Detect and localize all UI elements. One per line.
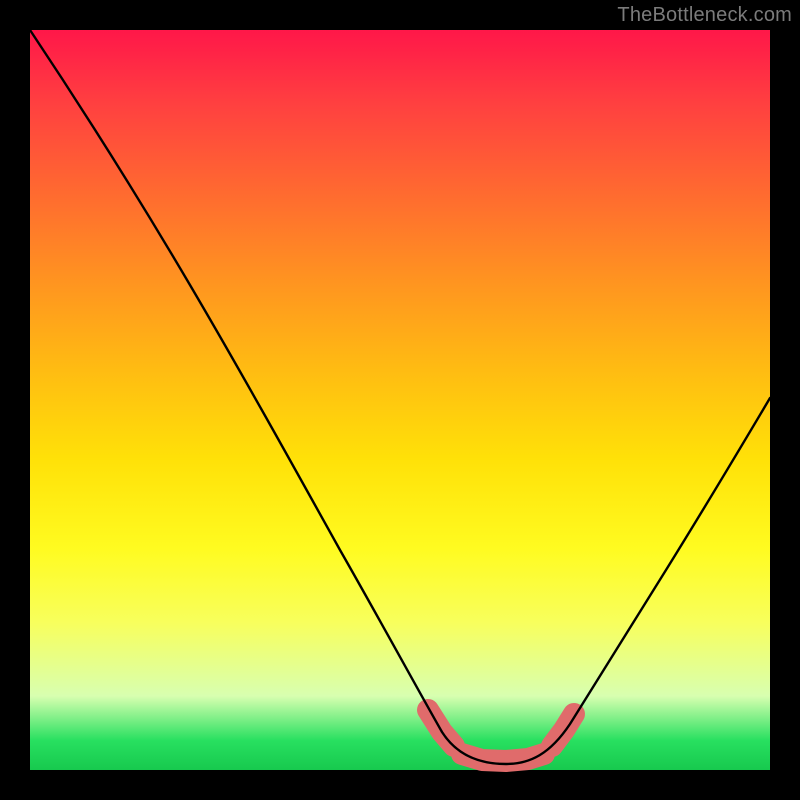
bottleneck-curve — [30, 30, 770, 764]
plot-area — [30, 30, 770, 770]
curve-svg — [30, 30, 770, 770]
outer-frame: TheBottleneck.com — [0, 0, 800, 800]
watermark-text: TheBottleneck.com — [617, 4, 792, 27]
